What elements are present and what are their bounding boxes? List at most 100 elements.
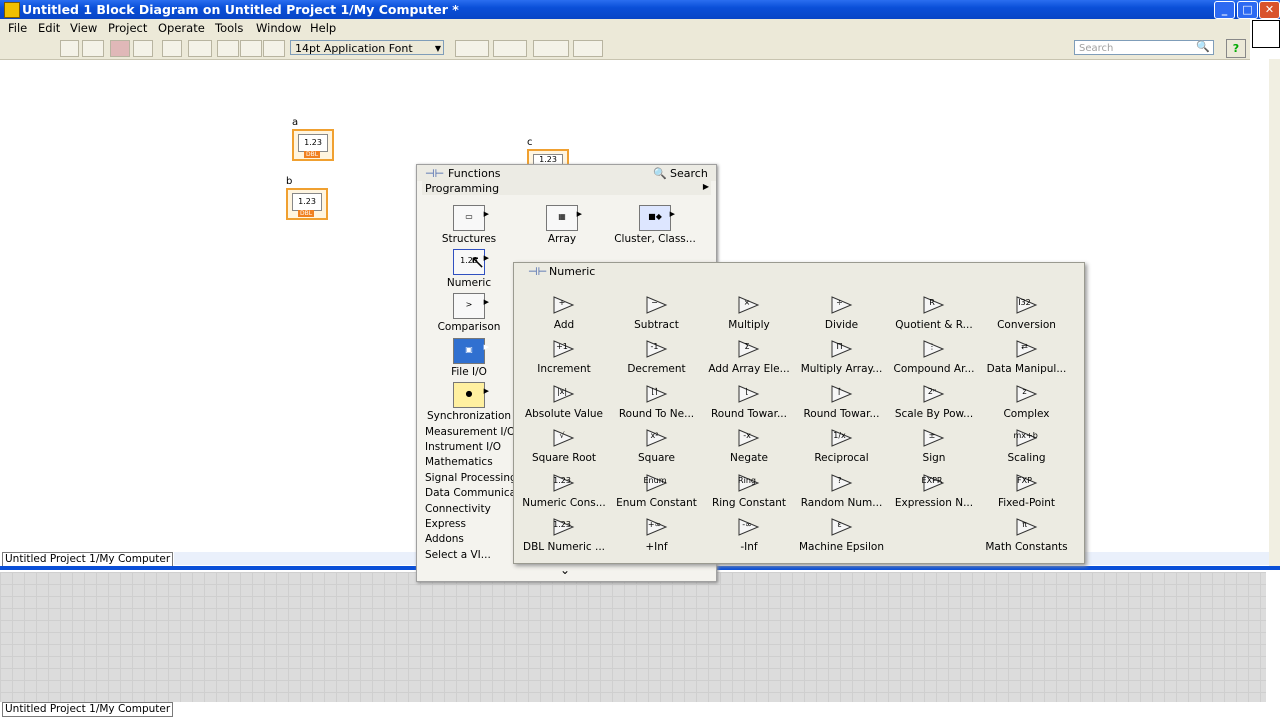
font-selector[interactable]: 14pt Application Font ▼	[290, 40, 444, 55]
vertical-scrollbar[interactable]	[1269, 59, 1280, 569]
maximize-button[interactable]: □	[1237, 1, 1258, 19]
numeric-function-random-num[interactable]: ? Random Num...	[796, 473, 888, 509]
numeric-function-sign[interactable]: ± Sign	[888, 428, 980, 464]
function-label: Compound Ar...	[893, 363, 975, 376]
numeric-function-math-constants[interactable]: π Math Constants	[981, 517, 1073, 553]
numeric-function-multiply-array[interactable]: Π Multiply Array...	[796, 339, 888, 375]
category-express[interactable]: Express	[425, 518, 466, 530]
expand-palette-icon[interactable]: ⌄	[560, 563, 570, 577]
context-help-button[interactable]: ?	[1226, 39, 1246, 58]
palette-item-cluster[interactable]: ■◆ ▶ Cluster, Class...	[609, 205, 701, 245]
close-button[interactable]: ✕	[1259, 1, 1280, 19]
menu-window[interactable]: Window	[256, 21, 301, 35]
numeric-function-negate[interactable]: -x Negate	[703, 428, 795, 464]
step-out-icon[interactable]	[263, 40, 285, 57]
palette-item-numeric[interactable]: 1.23 ▶ Numeric	[423, 249, 515, 289]
function-icon: mx+b	[1014, 428, 1040, 448]
numeric-function-quotient-r[interactable]: R Quotient & R...	[888, 295, 980, 331]
menu-tools[interactable]: Tools	[215, 21, 243, 35]
search-icon[interactable]: 🔍	[653, 167, 667, 180]
numeric-function-square-root[interactable]: √ Square Root	[518, 428, 610, 464]
numeric-function-dbl-numeric[interactable]: 1.23 DBL Numeric ...	[518, 517, 610, 553]
retain-wire-values-icon[interactable]	[188, 40, 212, 57]
function-icon: -∞	[736, 517, 762, 537]
category-mathematics[interactable]: Mathematics	[425, 456, 493, 468]
function-label: Fixed-Point	[997, 496, 1056, 509]
category-measurement-io[interactable]: Measurement I/O	[425, 426, 515, 438]
numeric-function-round-towar[interactable]: ⌈ Round Towar...	[796, 384, 888, 420]
programming-category[interactable]: Programming ▶	[422, 181, 711, 195]
numeric-function-decrement[interactable]: -1 Decrement	[611, 339, 703, 375]
category-signal-processing[interactable]: Signal Processing	[425, 472, 517, 484]
numeric-function-round-towar[interactable]: ⌊ Round Towar...	[703, 384, 795, 420]
minimize-button[interactable]: _	[1214, 1, 1235, 19]
menu-operate[interactable]: Operate	[158, 21, 205, 35]
function-glyph: ?	[837, 475, 842, 485]
numeric-function-conversion[interactable]: I32 Conversion	[981, 295, 1073, 331]
cleanup-diagram-icon[interactable]	[573, 40, 603, 57]
numeric-function-round-to-ne[interactable]: ⌊⌉ Round To Ne...	[611, 384, 703, 420]
numeric-function-subtract[interactable]: − Subtract	[611, 295, 703, 331]
function-glyph: EXPR	[921, 475, 943, 485]
numeric-palette: ⊣⊢ Numeric + Add − Subtract × Multiply ÷ Divide…	[513, 262, 1085, 564]
numeric-function-numeric-cons[interactable]: 1.23 Numeric Cons...	[518, 473, 610, 509]
function-glyph: ⇄	[1021, 342, 1028, 352]
numeric-function-increment[interactable]: +1 Increment	[518, 339, 610, 375]
pin-icon[interactable]: ⊣⊢	[425, 167, 444, 180]
align-objects-icon[interactable]	[455, 40, 489, 57]
reorder-icon[interactable]	[533, 40, 569, 57]
numeric-palette-header: ⊣⊢ Numeric	[514, 263, 1084, 279]
numeric-function-multiply[interactable]: × Multiply	[703, 295, 795, 331]
numeric-function--inf[interactable]: +∞ +Inf	[611, 517, 703, 553]
palette-item-synchronization[interactable]: ● ▶ Synchronization	[423, 382, 515, 422]
abort-icon[interactable]	[110, 40, 130, 57]
menu-edit[interactable]: Edit	[38, 21, 60, 35]
search-input[interactable]: Search	[1074, 40, 1214, 55]
highlight-execution-icon[interactable]	[162, 40, 182, 57]
numeric-function-divide[interactable]: ÷ Divide	[796, 295, 888, 331]
distribute-objects-icon[interactable]	[493, 40, 527, 57]
palette-item-comparison[interactable]: > ▶ Comparison	[423, 293, 515, 333]
palette-item-structures[interactable]: ▭ ▶ Structures	[423, 205, 515, 245]
category-data-communication[interactable]: Data Communica	[425, 487, 516, 499]
vi-icon[interactable]	[1252, 20, 1280, 48]
step-into-icon[interactable]	[217, 40, 239, 57]
palette-item-array[interactable]: ▦ ▶ Array	[516, 205, 608, 245]
menu-file[interactable]: File	[8, 21, 27, 35]
category-instrument-io[interactable]: Instrument I/O	[425, 441, 501, 453]
numeric-function-scale-by-pow[interactable]: 2ⁿ Scale By Pow...	[888, 384, 980, 420]
control-b[interactable]: 1.23 DBL	[286, 188, 328, 220]
menu-help[interactable]: Help	[310, 21, 336, 35]
numeric-function-absolute-value[interactable]: |x| Absolute Value	[518, 384, 610, 420]
run-icon[interactable]	[60, 40, 79, 57]
category-select-a-vi[interactable]: Select a VI...	[425, 549, 491, 561]
numeric-function-expression-n[interactable]: EXPR Expression N...	[888, 473, 980, 509]
numeric-function-enum-constant[interactable]: Enum Enum Constant	[611, 473, 703, 509]
numeric-function-add-array-ele[interactable]: Σ Add Array Ele...	[703, 339, 795, 375]
function-icon: ?	[829, 473, 855, 493]
step-over-icon[interactable]	[240, 40, 262, 57]
run-continuously-icon[interactable]	[82, 40, 104, 57]
function-glyph: +	[558, 298, 566, 307]
menu-project[interactable]: Project	[108, 21, 147, 35]
palette-search-button[interactable]: Search	[670, 167, 708, 180]
numeric-function-machine-epsilon[interactable]: ε Machine Epsilon	[796, 517, 888, 553]
search-icon[interactable]: 🔍	[1196, 40, 1210, 53]
numeric-function-square[interactable]: x² Square	[611, 428, 703, 464]
pause-icon[interactable]	[133, 40, 153, 57]
numeric-function--inf[interactable]: -∞ -Inf	[703, 517, 795, 553]
numeric-function-ring-constant[interactable]: Ring Ring Constant	[703, 473, 795, 509]
numeric-function-add[interactable]: + Add	[518, 295, 610, 331]
palette-item-file-io[interactable]: ▣ ▶ File I/O	[423, 338, 515, 378]
numeric-function-reciprocal[interactable]: 1/x Reciprocal	[796, 428, 888, 464]
numeric-function-scaling[interactable]: mx+b Scaling	[981, 428, 1073, 464]
menu-view[interactable]: View	[70, 21, 97, 35]
numeric-function-compound-ar[interactable]: ⋮ Compound Ar...	[888, 339, 980, 375]
numeric-function-fixed-point[interactable]: FXP Fixed-Point	[981, 473, 1073, 509]
numeric-function-data-manipul[interactable]: ⇄ Data Manipul...	[981, 339, 1073, 375]
category-addons[interactable]: Addons	[425, 533, 464, 545]
control-a[interactable]: 1.23 DBL	[292, 129, 334, 161]
category-connectivity[interactable]: Connectivity	[425, 503, 491, 515]
pin-icon[interactable]: ⊣⊢	[528, 265, 547, 278]
numeric-function-complex[interactable]: z Complex	[981, 384, 1073, 420]
